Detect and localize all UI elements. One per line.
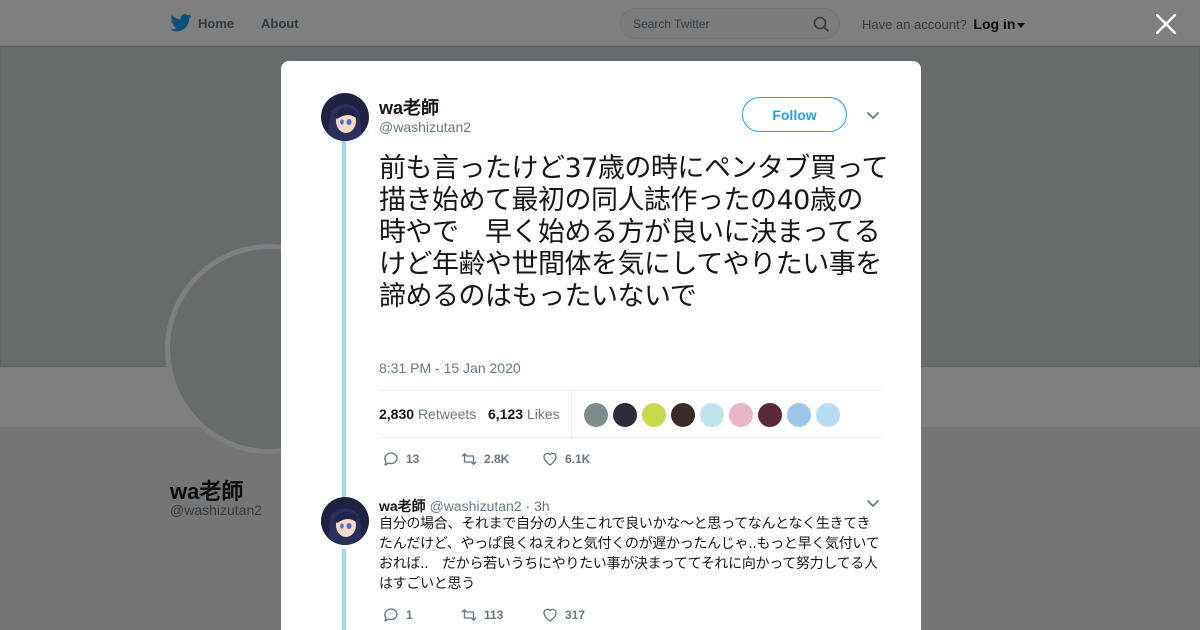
reply-actions: 1 113 317 [382, 606, 782, 626]
liker-avatar[interactable] [670, 402, 696, 428]
tweet-stats: 2,830 Retweets 6,123 Likes [379, 390, 881, 438]
likes-label: Likes [526, 406, 560, 422]
reply-icon [384, 608, 398, 622]
reply-retweet-action[interactable]: 113 [460, 606, 503, 624]
author-handle[interactable]: @washizutan2 [379, 119, 471, 135]
chevron-down-icon[interactable] [866, 111, 880, 121]
retweet-icon [461, 609, 477, 621]
thread-line [342, 141, 346, 501]
liker-avatar[interactable] [641, 402, 667, 428]
tweet-actions: 13 2.8K 6.1K [382, 450, 782, 470]
follow-button[interactable]: Follow [742, 97, 847, 132]
liker-avatar[interactable] [757, 402, 783, 428]
liker-avatars [583, 402, 841, 428]
likes-stat[interactable]: 6,123 Likes [488, 406, 560, 422]
close-icon[interactable] [1153, 11, 1179, 37]
reply-reply-count: 1 [406, 608, 413, 622]
reply-header: wa老師 @washizutan2 · 3h [379, 496, 550, 516]
reply-thread-line [342, 549, 346, 630]
liker-avatar[interactable] [728, 402, 754, 428]
liker-avatar[interactable] [612, 402, 638, 428]
likes-count: 6,123 [488, 406, 524, 422]
reply-text: 自分の場合、それまで自分の人生これで良いかな～と思ってなんとなく生きてきたんだけ… [379, 516, 880, 592]
liker-avatar[interactable] [583, 402, 609, 428]
author-avatar[interactable] [321, 93, 369, 141]
retweets-stat[interactable]: 2,830 Retweets [379, 406, 476, 422]
retweets-count: 2,830 [379, 406, 415, 422]
reply-like-action[interactable]: 317 [541, 606, 585, 624]
reply-author-name[interactable]: wa老師 [379, 498, 426, 514]
author-name[interactable]: wa老師 [379, 94, 439, 120]
reply-retweet-count: 113 [484, 608, 504, 622]
tweet-timestamp[interactable]: 8:31 PM - 15 Jan 2020 [379, 360, 521, 376]
retweet-icon [461, 453, 477, 465]
like-count: 6.1K [565, 452, 591, 466]
reply-author-avatar[interactable] [321, 497, 369, 545]
tweet-modal: wa老師 @washizutan2 Follow 前も言ったけど37歳の時にペン… [281, 61, 921, 630]
retweet-action[interactable]: 2.8K [460, 450, 509, 468]
retweets-label: Retweets [417, 406, 477, 422]
reply-author-handle[interactable]: @washizutan2 [430, 498, 522, 514]
reply-chevron-down-icon[interactable] [866, 499, 880, 509]
stats-divider [571, 391, 572, 437]
tweet-text: 前も言ったけど37歳の時にペンタブ買って描き始めて最初の同人誌作ったの40歳の時… [379, 153, 889, 312]
reply-like-count: 317 [565, 608, 586, 622]
like-action[interactable]: 6.1K [541, 450, 590, 468]
reply-count: 13 [406, 452, 420, 466]
reply-time[interactable]: 3h [534, 498, 550, 514]
reply-action[interactable]: 13 [382, 450, 419, 468]
reply-icon [384, 452, 398, 466]
like-icon [543, 452, 557, 466]
like-icon [543, 608, 557, 622]
liker-avatar[interactable] [786, 402, 812, 428]
reply-separator: · [525, 498, 531, 514]
liker-avatar[interactable] [699, 402, 725, 428]
reply-reply-action[interactable]: 1 [382, 606, 413, 624]
retweet-count: 2.8K [484, 452, 510, 466]
liker-avatar[interactable] [815, 402, 841, 428]
